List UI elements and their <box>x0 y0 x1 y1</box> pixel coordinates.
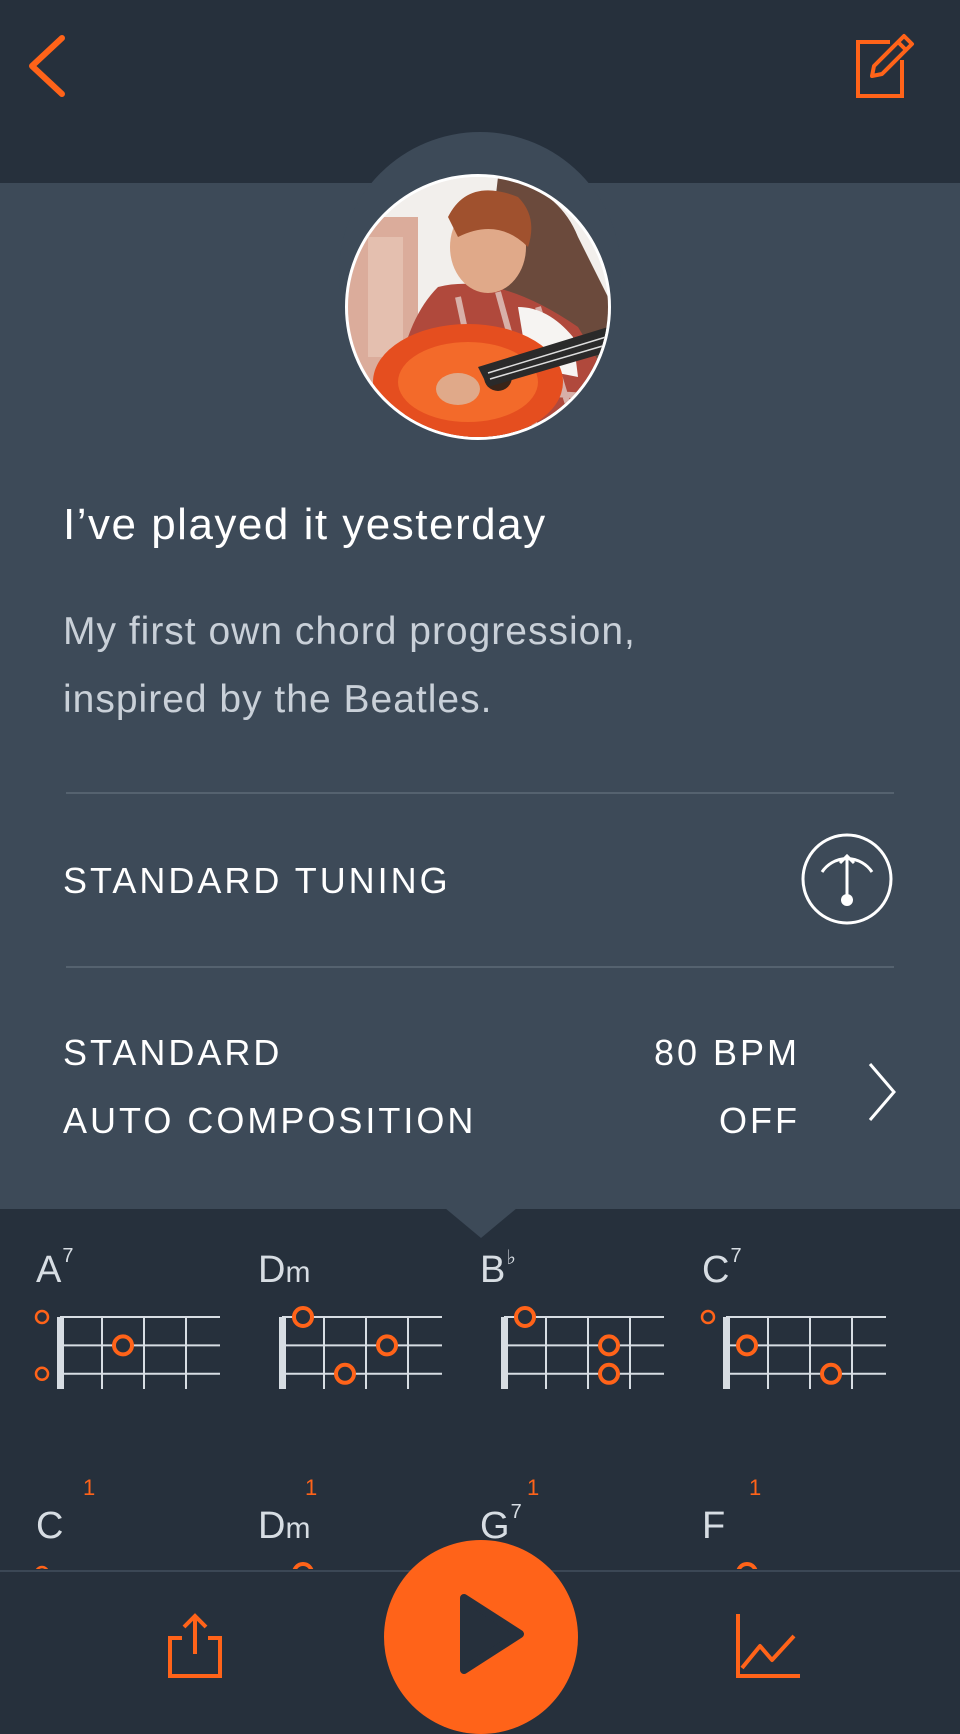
avatar <box>345 174 611 440</box>
fretboard <box>700 1309 886 1389</box>
finger-position <box>820 1362 842 1385</box>
chord-diagram[interactable]: B♭ 1 <box>444 1209 664 1500</box>
fretboard <box>35 1565 49 1569</box>
play-button[interactable] <box>384 1540 578 1734</box>
auto-composition-label: AUTO COMPOSITION <box>63 1100 477 1141</box>
chord-diagram[interactable]: Dm 1 <box>222 1209 442 1500</box>
finger-position <box>514 1306 536 1328</box>
fretboard <box>736 1562 758 1569</box>
chord-diagram[interactable]: A7 1 <box>0 1209 220 1500</box>
fretboard <box>292 1562 314 1569</box>
fretboard-nut <box>57 1317 64 1389</box>
fretboard-nut <box>501 1317 508 1389</box>
open-string-mark <box>34 1366 50 1382</box>
chevron-right-icon <box>868 1063 896 1121</box>
finger-position <box>292 1562 314 1569</box>
back-button[interactable] <box>20 26 100 106</box>
finger-position <box>376 1334 398 1357</box>
tempo-mode-label: STANDARD <box>63 1032 283 1073</box>
tuner-button[interactable] <box>800 832 894 926</box>
tuner-icon <box>801 833 893 925</box>
auto-composition-value: OFF <box>719 1100 800 1141</box>
chevron-left-icon <box>29 35 65 97</box>
chord-diagram[interactable]: Dm <box>222 1465 442 1569</box>
song-title: I’ve played it yesterday <box>63 500 547 549</box>
fretboard <box>279 1306 442 1389</box>
finger-position <box>736 1562 758 1569</box>
finger-position <box>598 1362 620 1385</box>
tuning-label: STANDARD TUNING <box>63 860 451 901</box>
fretboard <box>34 1309 220 1389</box>
open-string-mark <box>34 1309 50 1325</box>
finger-position <box>736 1334 758 1357</box>
edit-button[interactable] <box>850 30 930 110</box>
tempo-value: 80 BPM <box>653 1032 800 1073</box>
edit-icon <box>856 34 914 98</box>
finger-position <box>292 1306 314 1328</box>
play-icon <box>460 1594 524 1674</box>
guitarist-photo <box>348 177 608 437</box>
fretboard <box>501 1306 664 1389</box>
divider <box>66 792 894 794</box>
song-description: My first own chord progression, inspired… <box>63 598 823 734</box>
playback-settings-row[interactable]: STANDARD 80 BPM AUTO COMPOSITION OFF <box>0 1000 960 1160</box>
line-chart-icon <box>736 1614 800 1678</box>
chord-grid: A7 1 Dm 1 B♭ 1 C7 1 C Dm G7 F <box>0 1209 960 1569</box>
divider <box>66 966 894 968</box>
open-string-mark <box>35 1565 49 1569</box>
share-button[interactable] <box>160 1612 230 1682</box>
open-string-mark <box>700 1309 716 1325</box>
share-icon <box>168 1613 222 1678</box>
description-line: inspired by the Beatles. <box>63 678 493 721</box>
finger-position <box>598 1334 620 1357</box>
fretboard-nut <box>279 1317 286 1389</box>
chord-diagram[interactable]: C <box>0 1465 220 1569</box>
stats-button[interactable] <box>732 1610 804 1682</box>
finger-position <box>334 1362 356 1385</box>
description-line: My first own chord progression, <box>63 610 636 653</box>
fretboard-nut <box>723 1317 730 1389</box>
chord-diagram[interactable]: C7 1 <box>666 1209 886 1500</box>
chord-diagram[interactable]: F <box>666 1465 886 1569</box>
finger-position <box>112 1334 134 1357</box>
